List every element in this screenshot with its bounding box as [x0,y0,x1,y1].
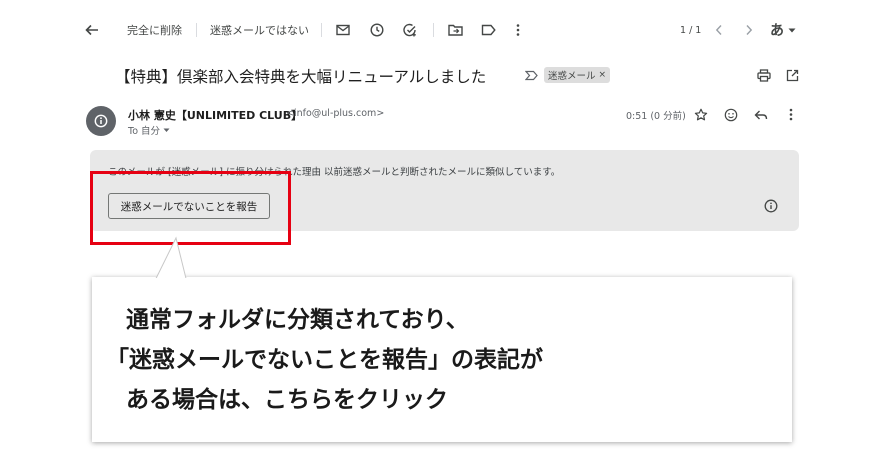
callout-line: 「迷惑メールでないことを報告」の表記が [106,347,543,373]
add-task-icon[interactable] [402,22,418,38]
received-time: 0:51 (0 分前) [626,111,686,122]
toolbar: 完全に削除 迷惑メールではない 1 / 1 あ [0,0,880,62]
toolbar-divider [433,23,434,37]
spam-label-text: 迷惑メール [548,71,596,82]
sender-email: <info@ul-plus.com> [286,108,385,119]
move-to-folder-icon[interactable] [447,22,463,38]
snooze-clock-icon[interactable] [369,22,385,38]
reply-icon[interactable] [753,107,768,122]
label-icon[interactable] [480,22,496,38]
remove-label-button[interactable]: × [599,70,607,80]
chevron-down-icon [163,128,170,132]
delete-forever-button[interactable]: 完全に削除 [127,22,182,38]
emoji-reaction-icon[interactable] [723,107,738,122]
more-options-icon[interactable] [785,107,797,122]
toolbar-divider [196,23,197,37]
input-tools-button[interactable]: あ [770,20,784,40]
mark-unread-icon[interactable] [335,22,351,38]
info-avatar-icon [94,114,108,128]
open-in-new-window-icon[interactable] [784,67,800,83]
recipient-label: To 自分 [128,126,161,137]
highlight-box [90,171,291,245]
newer-chevron-icon[interactable] [712,22,726,38]
pagination-label: 1 / 1 [680,25,702,36]
callout-message: 通常フォルダに分類されており、 「迷惑メールでないことを報告」の表記が ある場合… [106,300,543,420]
sender-name: 小林 憲史【UNLIMITED CLUB】 [128,109,303,122]
not-spam-button[interactable]: 迷惑メールではない [210,22,309,38]
callout-line: 通常フォルダに分類されており、 [126,307,469,333]
callout-line: ある場合は、こちらをクリック [126,387,448,413]
older-chevron-icon[interactable] [742,22,756,38]
toolbar-divider [321,23,322,37]
info-icon[interactable] [763,198,778,213]
star-icon[interactable] [693,107,708,122]
back-arrow-icon[interactable] [84,22,100,38]
sender-avatar[interactable] [86,106,116,136]
print-icon[interactable] [756,67,772,83]
email-subject: 【特典】倶楽部入会特典を大幅リニューアルしました [115,68,487,86]
input-tools-dropdown-icon[interactable] [787,24,796,36]
important-marker-icon[interactable] [524,68,538,82]
spam-label-chip[interactable]: 迷惑メール × [544,67,611,83]
more-vert-icon[interactable] [510,22,526,38]
recipient-details[interactable]: To 自分 [128,123,170,137]
